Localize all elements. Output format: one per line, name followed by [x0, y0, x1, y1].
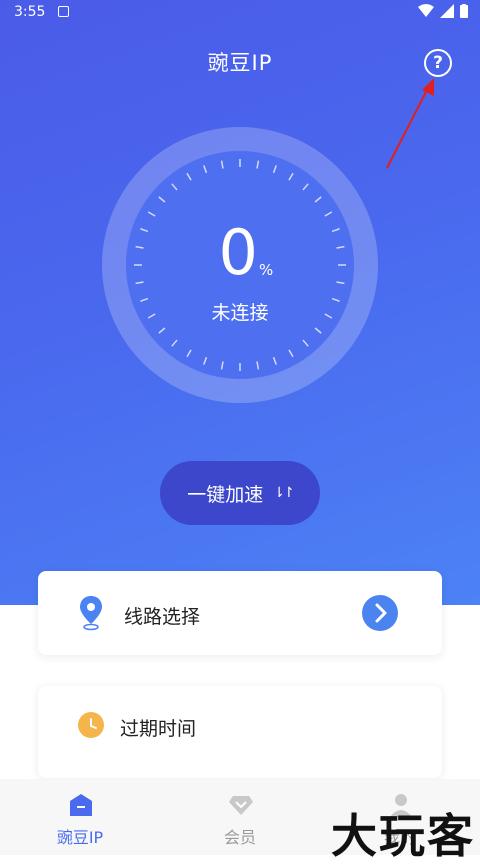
gauge-tick: [314, 327, 322, 334]
gauge-tick: [147, 211, 156, 217]
gauge-tick: [171, 183, 178, 191]
route-select-label: 线路选择: [124, 606, 201, 628]
home-icon: [70, 794, 92, 816]
gauge-tick: [220, 160, 224, 169]
tab-membership-label: 会员: [223, 828, 256, 847]
gauge-tick: [256, 160, 260, 169]
gauge-tick: [135, 281, 144, 285]
gauge-tick: [288, 172, 294, 181]
tab-home-label: 豌豆IP: [56, 828, 104, 847]
gauge-tick: [336, 281, 345, 285]
swap-arrows-icon: ⇂↾: [273, 485, 295, 501]
expire-time-card[interactable]: 过期时间: [38, 686, 442, 778]
tab-home[interactable]: 豌豆IP: [0, 779, 160, 855]
route-select-arrow-button[interactable]: [362, 595, 398, 631]
page-title: 豌豆IP: [207, 51, 273, 75]
gauge-tick: [203, 165, 208, 174]
gauge-tick: [186, 172, 192, 181]
boost-button[interactable]: 一键加速 ⇂↾: [160, 461, 320, 525]
route-select-card[interactable]: 线路选择: [38, 571, 442, 655]
location-pin-icon: [80, 596, 102, 631]
gauge-tick: [336, 245, 345, 249]
tab-membership[interactable]: 会员: [160, 779, 320, 855]
annotation-arrow-icon: [386, 78, 434, 169]
gauge-tick: [140, 228, 149, 233]
signal-icon: [440, 4, 454, 18]
gauge-tick: [302, 339, 309, 347]
gauge-unit: %: [259, 261, 274, 279]
gauge-value: 0: [218, 216, 258, 289]
expire-time-label: 过期时间: [120, 718, 197, 740]
gauge-tick: [135, 245, 144, 249]
notification-icon: [58, 6, 69, 17]
gauge-tick: [272, 356, 277, 365]
gauge-tick: [158, 327, 166, 334]
gauge-tick: [272, 165, 277, 174]
gauge-tick: [331, 228, 340, 233]
gauge-tick: [256, 361, 260, 370]
gauge-tick: [314, 196, 322, 203]
wifi-icon: [418, 4, 434, 17]
gauge-tick: [324, 211, 333, 217]
gauge-tick: [302, 183, 309, 191]
boost-button-label: 一键加速: [187, 483, 264, 506]
status-bar: 3:55: [0, 0, 480, 26]
gauge-tick: [288, 349, 294, 358]
help-button[interactable]: ?: [424, 49, 452, 77]
gauge-tick: [203, 356, 208, 365]
chevron-right-icon: [375, 603, 387, 623]
gauge-tick: [186, 349, 192, 358]
gauge-tick: [220, 361, 224, 370]
gauge-tick: [158, 196, 166, 203]
connection-status: 未连接: [211, 302, 269, 324]
status-time: 3:55: [14, 4, 46, 20]
battery-icon: [460, 4, 468, 18]
diamond-icon: [229, 796, 253, 815]
gauge-tick: [171, 339, 178, 347]
watermark-text: 大玩客: [331, 809, 475, 863]
clock-icon: [78, 712, 104, 738]
